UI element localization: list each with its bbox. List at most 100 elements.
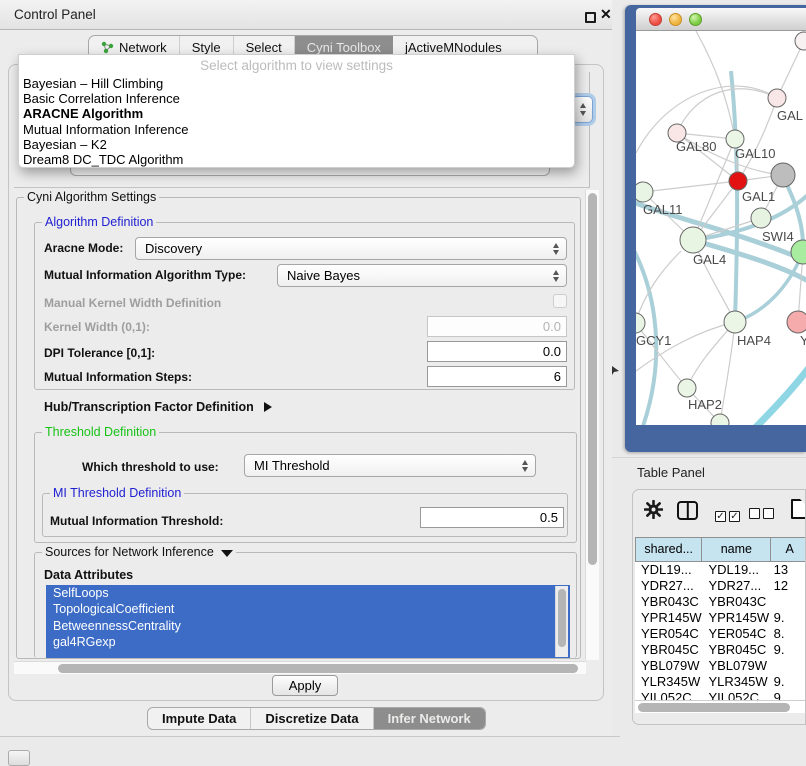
network-node[interactable] [636,313,645,333]
network-node[interactable] [680,227,706,253]
tab-label: Cyni Toolbox [307,40,381,55]
minimize-traffic-light-icon[interactable] [669,13,682,26]
network-node[interactable] [729,172,747,190]
document-icon[interactable] [791,499,806,519]
aracne-mode-select[interactable]: Discovery [135,237,567,260]
data-attributes-list[interactable]: SelfLoopsTopologicalCoefficientBetweenne… [46,585,570,658]
table-row[interactable]: YDR27...YDR27...12 [635,578,806,594]
table-row[interactable]: YER054CYER054C8. [635,626,806,642]
expand-right-icon[interactable] [264,402,272,412]
network-node[interactable] [768,89,786,107]
table-cell: YBR045C [702,642,771,658]
split-columns-icon[interactable] [677,501,698,520]
attribute-item[interactable]: BetweennessCentrality [46,618,570,634]
zoom-traffic-light-icon[interactable] [689,13,702,26]
network-window[interactable]: GALGAL80GAL10GAL1GAL11SWI4GAL4GCY1HAP4YH… [625,5,806,452]
network-node[interactable] [636,182,653,202]
screen: Control Panel ✕ Network Style Select Cyn… [0,0,806,762]
algorithm-option[interactable]: Dream8 DC_TDC Algorithm [19,152,574,167]
control-panel-titlebar: Control Panel ✕ [0,0,612,30]
attribute-item[interactable]: gal4RGexp [46,634,570,650]
hide-columns-icon[interactable] [749,506,777,524]
network-node[interactable] [678,379,696,397]
table-cell: 9. [772,610,806,626]
column-header[interactable]: A [771,537,806,562]
algorithm-option[interactable]: Bayesian – Hill Climbing [19,76,574,91]
table-cell: YDL19... [702,562,771,578]
mi-steps-field[interactable]: 6 [427,366,567,387]
network-graph[interactable]: GALGAL80GAL10GAL1GAL11SWI4GAL4GCY1HAP4YH… [636,31,806,425]
network-window-titlebar[interactable] [636,8,806,31]
hub-definition-toggle[interactable]: Hub/Transcription Factor Definition [44,400,272,414]
table-panel-title: Table Panel [637,465,705,480]
float-window-icon[interactable] [585,12,596,23]
network-node[interactable] [795,32,806,50]
settings-vertical-scrollbar[interactable] [585,190,599,660]
node-label: HAP4 [737,333,771,348]
apply-button[interactable]: Apply [272,675,338,696]
network-node[interactable] [751,208,771,228]
close-icon[interactable]: ✕ [600,6,612,23]
network-edge[interactable] [636,251,681,323]
algorithm-option[interactable]: Mutual Information Inference [19,122,574,137]
selected-value: Discovery [145,241,202,256]
network-node[interactable] [771,163,795,187]
attribute-item[interactable]: TopologicalCoefficient [46,601,570,617]
network-edge[interactable] [677,89,777,133]
table-cell: YDR27... [702,578,771,594]
tab-infer-network[interactable]: Infer Network [374,708,485,729]
table-row[interactable]: YBL079WYBL079W [635,658,806,674]
groupbox-fragment [14,187,590,188]
node-label: GAL10 [735,146,775,161]
network-node[interactable] [724,311,746,333]
show-columns-icon[interactable] [715,506,743,524]
close-traffic-light-icon[interactable] [649,13,662,26]
tab-label: Network [119,40,167,55]
focused-spinner-button[interactable] [572,96,593,123]
algorithm-option[interactable]: ARACNE Algorithm [19,106,574,121]
table-cell: YBR045C [635,642,702,658]
table-cell: YER054C [702,626,771,642]
network-edge[interactable] [643,181,738,192]
node-table: shared...nameA YDL19...YDL19...13YDR27..… [635,537,806,700]
dpi-tolerance-label: DPI Tolerance [0,1]: [44,346,155,360]
algorithm-option[interactable]: Basic Correlation Inference [19,91,574,106]
network-edge[interactable] [696,31,735,139]
algorithm-option[interactable]: Bayesian – K2 [19,137,574,152]
list-scrollbar[interactable] [555,586,568,657]
table-row[interactable]: YPR145WYPR145W9. [635,610,806,626]
kernel-width-field[interactable]: 0.0 [427,316,567,337]
table-row[interactable]: YBR043CYBR043C [635,594,806,610]
network-edge[interactable] [731,71,737,322]
settings-gear-icon[interactable] [644,500,663,519]
network-canvas[interactable]: GALGAL80GAL10GAL1GAL11SWI4GAL4GCY1HAP4YH… [636,31,806,425]
column-header[interactable]: shared... [635,537,702,562]
table-cell: YIL052C [702,690,771,700]
dpi-tolerance-field[interactable]: 0.0 [427,341,567,362]
tab-impute-data[interactable]: Impute Data [148,708,251,729]
aracne-mode-label: Aracne Mode: [44,241,123,255]
which-threshold-select[interactable]: MI Threshold [244,454,536,477]
mi-algorithm-type-select[interactable]: Naive Bayes [277,264,567,287]
table-row[interactable]: YLR345WYLR345W9. [635,674,806,690]
spinner-down-icon[interactable] [580,111,586,116]
manual-kernel-checkbox[interactable] [553,294,567,308]
attribute-item[interactable]: SelfLoops [46,585,570,601]
column-header[interactable]: name [702,537,771,562]
mi-steps-label: Mutual Information Steps: [44,370,192,384]
spinner-up-icon[interactable] [580,103,586,108]
table-row[interactable]: YIL052CYIL052C9 [635,690,806,700]
table-horizontal-scrollbar[interactable] [635,700,805,713]
table-row[interactable]: YDL19...YDL19...13 [635,562,806,578]
network-node[interactable] [787,311,806,333]
tab-discretize-data[interactable]: Discretize Data [251,708,373,729]
settings-horizontal-scrollbar[interactable] [14,661,586,674]
groupbox-fragment [589,72,590,188]
network-edge[interactable] [754,361,806,425]
collapse-down-icon[interactable] [221,550,233,557]
hub-definition-label: Hub/Transcription Factor Definition [44,400,254,414]
sources-toggle[interactable]: Sources for Network Inference [42,545,236,559]
table-row[interactable]: YBR045CYBR045C9. [635,642,806,658]
dock-mini-button[interactable] [8,750,30,766]
mi-threshold-field[interactable]: 0.5 [420,507,564,528]
